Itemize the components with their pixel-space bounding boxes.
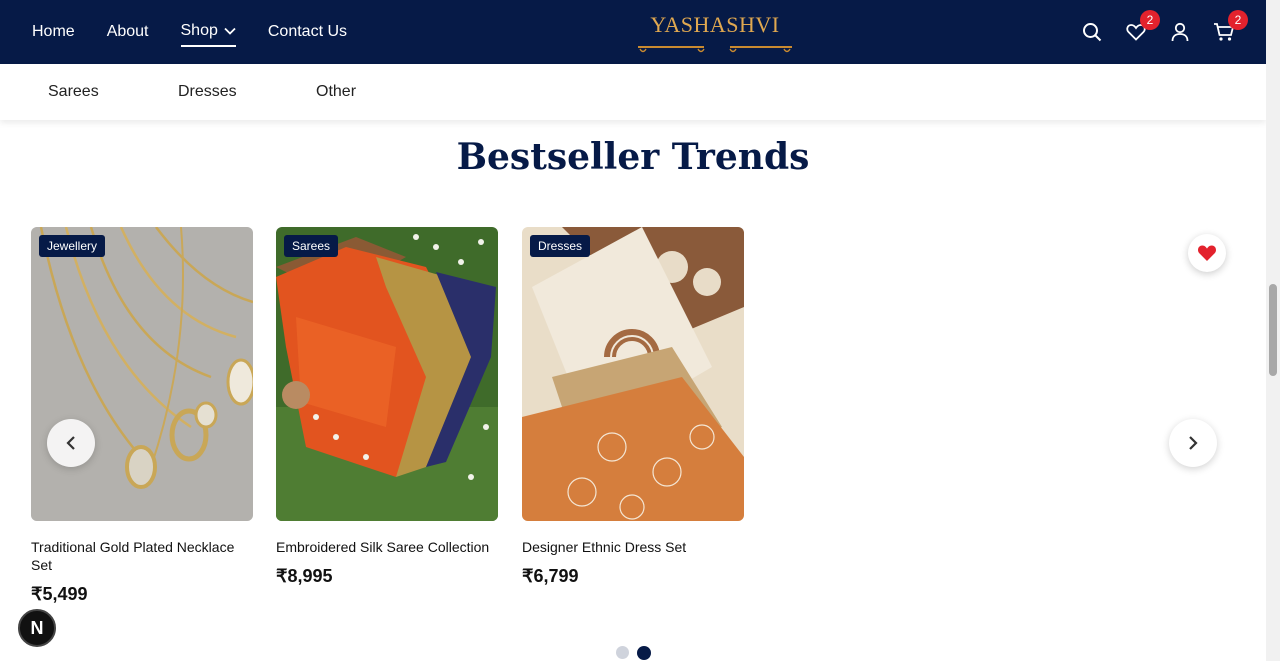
header-icons: 2 2 (1060, 0, 1248, 64)
wishlist-button[interactable]: 2 (1124, 10, 1160, 44)
carousel-pagination (616, 646, 659, 660)
product-card[interactable]: Sarees Embroidered Silk Saree Collection… (276, 227, 498, 587)
nav-contact-label: Contact Us (267, 23, 348, 40)
category-tag: Sarees (284, 235, 339, 257)
carousel-next-button[interactable] (1169, 419, 1217, 467)
heart-filled-icon (1198, 245, 1216, 261)
top-navbar: Home About Shop Contact Us YASHASHVI 2 2 (0, 0, 1266, 64)
main-nav: Home About Shop Contact Us (32, 0, 379, 64)
shop-subnav: Sarees Dresses Other (0, 64, 1266, 120)
n-badge-label: N (30, 617, 44, 638)
product-card[interactable]: Jewellery Traditional Gold Plated Neckla… (31, 227, 253, 605)
product-name[interactable]: Designer Ethnic Dress Set (522, 538, 744, 556)
product-image[interactable]: Dresses (522, 227, 744, 521)
nav-shop-label: Shop (180, 22, 218, 39)
product-price: ₹6,799 (522, 566, 579, 586)
brand-logo-text: YASHASHVI (650, 12, 780, 37)
nav-home[interactable]: Home (32, 17, 75, 47)
chevron-right-icon (1189, 436, 1198, 450)
subnav-other[interactable]: Other (316, 83, 356, 101)
section-title: Bestseller Trends (456, 136, 810, 178)
carousel-dot-1[interactable] (616, 646, 629, 659)
category-tag: Jewellery (39, 235, 106, 257)
user-icon (1171, 22, 1189, 42)
product-price: ₹8,995 (276, 566, 333, 586)
nav-about-label: About (106, 23, 149, 40)
n-badge-button[interactable]: N (18, 609, 56, 647)
nav-shop[interactable]: Shop (180, 17, 236, 47)
wishlist-count-badge: 2 (1140, 10, 1160, 30)
brand-logo[interactable]: YASHASHVI (634, 12, 796, 54)
nav-contact[interactable]: Contact Us (268, 17, 347, 47)
nav-about[interactable]: About (107, 17, 149, 47)
product-price: ₹5,499 (31, 584, 88, 604)
cart-count-badge: 2 (1228, 10, 1248, 30)
dress-fabric-image (522, 227, 744, 521)
category-tag: Dresses (530, 235, 591, 257)
chevron-left-icon (66, 436, 75, 450)
product-image[interactable]: Sarees (276, 227, 498, 521)
floating-wishlist-button[interactable] (1188, 234, 1226, 272)
page-scrollbar[interactable] (1266, 0, 1280, 661)
product-image[interactable]: Jewellery (31, 227, 253, 521)
logo-ornament-icon (639, 48, 791, 53)
product-name[interactable]: Traditional Gold Plated Necklace Set (31, 538, 253, 574)
carousel-prev-button[interactable] (47, 419, 95, 467)
search-icon (1083, 23, 1102, 42)
chevron-down-icon (224, 27, 236, 35)
saree-image (276, 227, 498, 521)
search-button[interactable] (1080, 20, 1104, 44)
product-card[interactable]: Dresses Designer Ethnic Dress Set ₹6,799 (522, 227, 744, 587)
subnav-dresses[interactable]: Dresses (178, 83, 237, 101)
carousel-dot-2[interactable] (637, 646, 651, 660)
cart-button[interactable]: 2 (1212, 10, 1248, 44)
product-name[interactable]: Embroidered Silk Saree Collection (276, 538, 498, 556)
account-button[interactable] (1168, 20, 1192, 44)
nav-home-label: Home (32, 23, 75, 40)
necklace-image (31, 227, 253, 521)
scrollbar-thumb[interactable] (1269, 284, 1277, 376)
subnav-sarees[interactable]: Sarees (48, 83, 99, 101)
